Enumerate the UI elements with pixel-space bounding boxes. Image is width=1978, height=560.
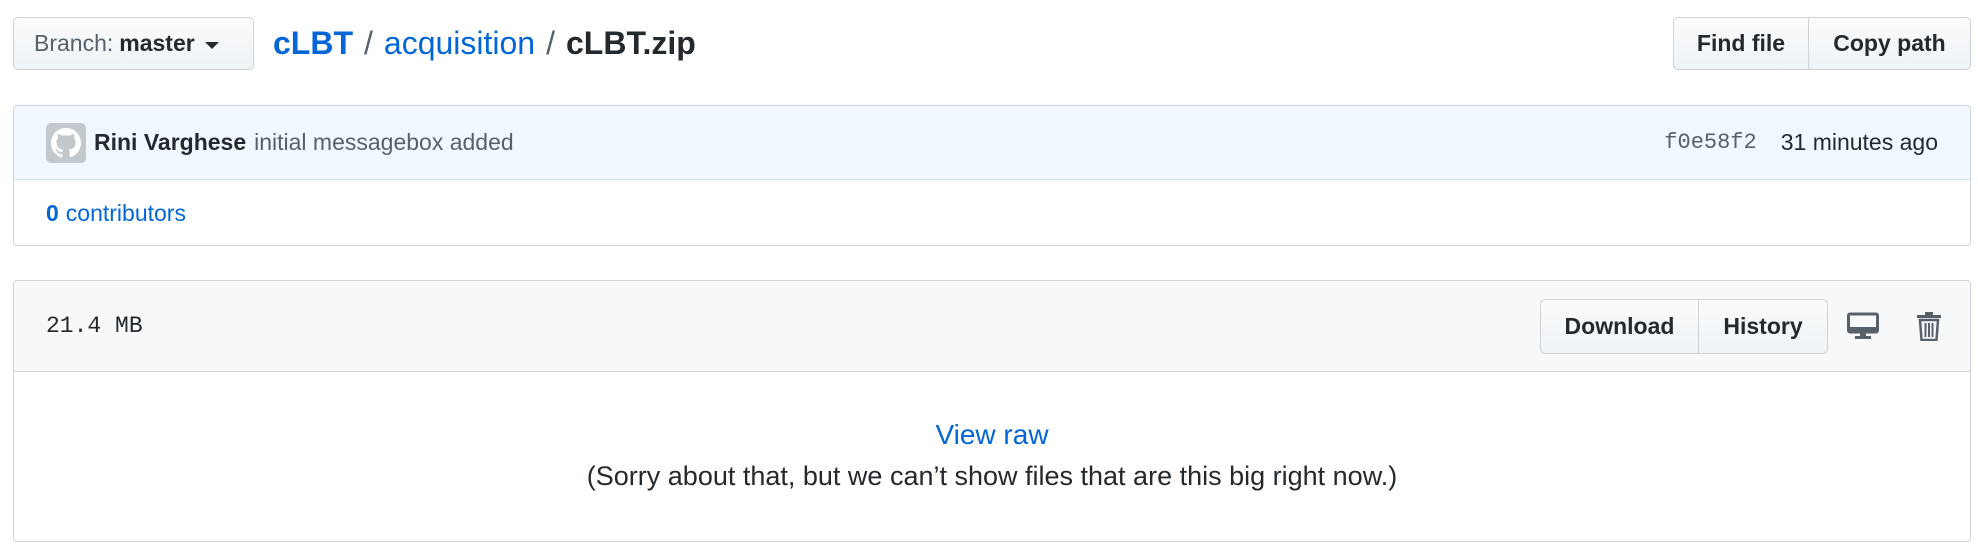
trash-icon[interactable] [1896,299,1962,354]
file-nav-actions: Find file Copy path [1673,17,1971,70]
history-button[interactable]: History [1699,298,1828,354]
file-size: 21.4 MB [46,313,143,339]
commit-tease: Rini Varghese initial messagebox added f… [13,105,1971,246]
commit-time: 31 minutes ago [1780,129,1938,155]
file-viewer: 21.4 MB Download History View raw (Sorry… [13,280,1971,542]
file-navigation: Branch: master cLBT / acquisition / cLBT… [13,17,1971,72]
commit-author-link[interactable]: Rini Varghese [94,129,246,156]
github-avatar-icon[interactable] [46,122,86,163]
breadcrumb-repo-link[interactable]: cLBT [273,25,353,62]
commit-sha-link[interactable]: f0e58f2 [1664,130,1756,155]
download-button[interactable]: Download [1540,298,1699,354]
file-actions: Download History [1540,281,1970,371]
breadcrumb-file-name: cLBT.zip [565,25,696,61]
commit-meta: f0e58f2 31 minutes ago [1664,106,1938,179]
contributors-label: contributors [65,199,186,226]
contributors-count: 0 [46,199,59,226]
contributors-link[interactable]: 0 contributors [14,180,1970,245]
desktop-icon[interactable] [1830,299,1896,354]
file-body: View raw (Sorry about that, but we can’t… [14,372,1970,541]
view-raw-link[interactable]: View raw [935,419,1048,451]
breadcrumb-dir-link[interactable]: acquisition [384,25,535,62]
branch-prefix: Branch: [34,30,114,56]
commit-message-link[interactable]: initial messagebox added [254,129,514,156]
find-file-button[interactable]: Find file [1673,17,1809,70]
copy-path-button[interactable]: Copy path [1809,17,1971,70]
breadcrumb-separator: / [546,25,555,61]
file-header: 21.4 MB Download History [14,281,1970,372]
latest-commit: Rini Varghese initial messagebox added f… [14,106,1970,180]
caret-down-icon [204,41,219,49]
branch-select-button[interactable]: Branch: master [13,17,254,70]
breadcrumb: cLBT / acquisition / cLBT.zip [273,17,696,70]
file-too-big-message: (Sorry about that, but we can’t show fil… [586,461,1398,491]
branch-name: master [119,30,195,56]
breadcrumb-separator: / [364,25,373,61]
